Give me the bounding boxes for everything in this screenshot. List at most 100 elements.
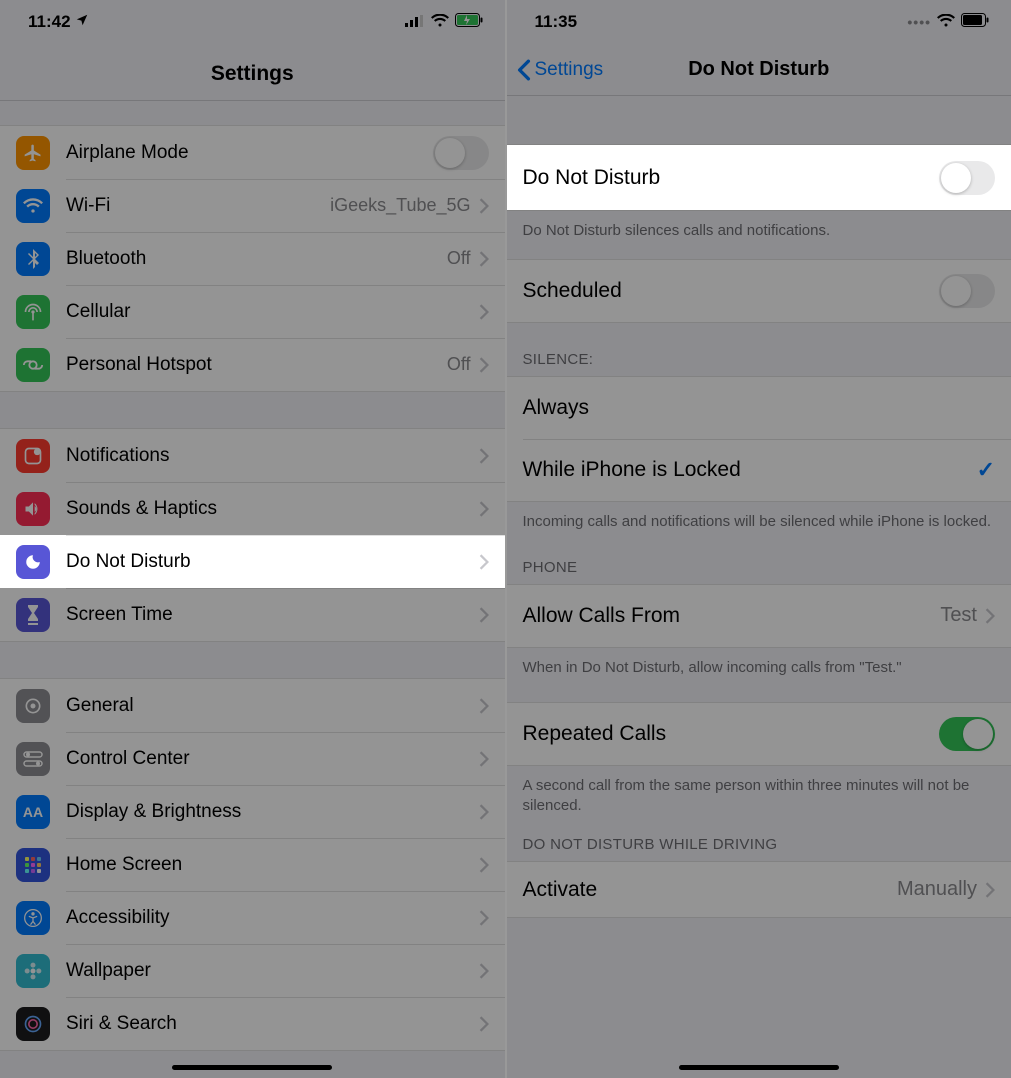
driving-header: DO NOT DISTURB WHILE DRIVING xyxy=(507,822,1011,861)
row-label: General xyxy=(66,695,479,717)
bluetooth-icon xyxy=(16,242,50,276)
location-icon xyxy=(75,12,89,32)
chevron-right-icon xyxy=(479,910,489,926)
signal-icon xyxy=(405,12,425,32)
row-do-not-disturb[interactable]: Do Not Disturb xyxy=(0,535,505,588)
row-label: Do Not Disturb xyxy=(66,551,479,573)
row-label: Control Center xyxy=(66,748,479,770)
row-label: Always xyxy=(523,396,996,420)
hourglass-icon xyxy=(16,598,50,632)
toggle-dnd[interactable] xyxy=(939,161,995,195)
status-bar: 11:42 xyxy=(0,0,505,44)
row-value: Test xyxy=(940,604,977,627)
row-allow-calls[interactable]: Allow Calls From Test xyxy=(507,585,1011,647)
row-bluetooth[interactable]: Bluetooth Off xyxy=(0,232,505,285)
flower-icon xyxy=(16,954,50,988)
row-label: Bluetooth xyxy=(66,248,447,270)
toggle-airplane[interactable] xyxy=(433,136,489,170)
group-repeated: Repeated Calls xyxy=(507,702,1011,766)
row-wallpaper[interactable]: Wallpaper xyxy=(0,944,505,997)
chevron-right-icon xyxy=(479,804,489,820)
row-personal-hotspot[interactable]: Personal Hotspot Off xyxy=(0,338,505,391)
row-silence-locked[interactable]: While iPhone is Locked ✓ xyxy=(507,439,1011,501)
row-general[interactable]: General xyxy=(0,679,505,732)
row-siri-search[interactable]: Siri & Search xyxy=(0,997,505,1050)
group-connectivity: Airplane Mode Wi-Fi iGeeks_Tube_5G Bluet… xyxy=(0,125,505,392)
dnd-settings-list[interactable]: Do Not Disturb Do Not Disturb silences c… xyxy=(507,96,1011,1078)
row-notifications[interactable]: Notifications xyxy=(0,429,505,482)
row-display-brightness[interactable]: AA Display & Brightness xyxy=(0,785,505,838)
switches-icon xyxy=(16,742,50,776)
row-home-screen[interactable]: Home Screen xyxy=(0,838,505,891)
row-scheduled[interactable]: Scheduled xyxy=(507,260,1011,322)
silence-footer: Incoming calls and notifications will be… xyxy=(507,502,1011,538)
dnd-footer: Do Not Disturb silences calls and notifi… xyxy=(507,211,1011,247)
group-allow-calls: Allow Calls From Test xyxy=(507,584,1011,648)
chevron-right-icon xyxy=(479,198,489,214)
row-repeated-calls[interactable]: Repeated Calls xyxy=(507,703,1011,765)
page-title: Settings xyxy=(0,44,505,101)
toggle-repeated[interactable] xyxy=(939,717,995,751)
row-dnd-toggle[interactable]: Do Not Disturb xyxy=(507,145,1011,210)
row-label: Accessibility xyxy=(66,907,479,929)
toggle-scheduled[interactable] xyxy=(939,274,995,308)
battery-icon xyxy=(961,12,989,32)
row-label: Activate xyxy=(523,878,897,902)
aa-icon: AA xyxy=(16,795,50,829)
row-label: While iPhone is Locked xyxy=(523,458,977,482)
chevron-left-icon xyxy=(517,59,531,81)
row-screen-time[interactable]: Screen Time xyxy=(0,588,505,641)
row-label: Repeated Calls xyxy=(523,722,940,746)
speaker-icon xyxy=(16,492,50,526)
siri-icon xyxy=(16,1007,50,1041)
dnd-screen: 11:35 •••• Settings Do Not Disturb Do No… xyxy=(507,0,1011,1078)
row-silence-always[interactable]: Always xyxy=(507,377,1011,439)
row-value: Off xyxy=(447,248,471,269)
row-label: Wallpaper xyxy=(66,960,479,982)
settings-list[interactable]: Airplane Mode Wi-Fi iGeeks_Tube_5G Bluet… xyxy=(0,101,505,1078)
chevron-right-icon xyxy=(479,448,489,464)
moon-icon xyxy=(16,545,50,579)
row-label: Airplane Mode xyxy=(66,142,433,164)
status-time: 11:42 xyxy=(28,12,71,32)
row-label: Home Screen xyxy=(66,854,479,876)
group-notifications: Notifications Sounds & Haptics Do Not Di… xyxy=(0,428,505,642)
row-activate[interactable]: Activate Manually xyxy=(507,862,1011,917)
row-accessibility[interactable]: Accessibility xyxy=(0,891,505,944)
chevron-right-icon xyxy=(479,251,489,267)
chevron-right-icon xyxy=(985,882,995,898)
phone-header: PHONE xyxy=(507,539,1011,584)
chevron-right-icon xyxy=(479,501,489,517)
group-dnd-toggle: Do Not Disturb xyxy=(507,144,1011,211)
checkmark-icon: ✓ xyxy=(977,457,995,483)
chevron-right-icon xyxy=(479,607,489,623)
settings-screen: 11:42 Settings Airplane xyxy=(0,0,507,1078)
row-value: Manually xyxy=(897,878,977,901)
signal-dots-icon: •••• xyxy=(907,14,931,30)
status-time: 11:35 xyxy=(535,12,578,32)
group-general: General Control Center AA Display & Brig… xyxy=(0,678,505,1051)
group-activate: Activate Manually xyxy=(507,861,1011,918)
row-cellular[interactable]: Cellular xyxy=(0,285,505,338)
row-label: Screen Time xyxy=(66,604,479,626)
airplane-icon xyxy=(16,136,50,170)
wifi-icon xyxy=(431,12,449,32)
repeated-footer: A second call from the same person withi… xyxy=(507,766,1011,823)
row-wifi[interactable]: Wi-Fi iGeeks_Tube_5G xyxy=(0,179,505,232)
chevron-right-icon xyxy=(479,698,489,714)
chevron-right-icon xyxy=(479,751,489,767)
group-silence: Always While iPhone is Locked ✓ xyxy=(507,376,1011,502)
home-indicator[interactable] xyxy=(679,1065,839,1070)
row-sounds-haptics[interactable]: Sounds & Haptics xyxy=(0,482,505,535)
grid-icon xyxy=(16,848,50,882)
status-bar: 11:35 •••• xyxy=(507,0,1011,44)
row-airplane-mode[interactable]: Airplane Mode xyxy=(0,126,505,179)
row-label: Sounds & Haptics xyxy=(66,498,479,520)
allow-footer: When in Do Not Disturb, allow incoming c… xyxy=(507,648,1011,684)
back-button[interactable]: Settings xyxy=(517,59,604,81)
row-control-center[interactable]: Control Center xyxy=(0,732,505,785)
row-label: Allow Calls From xyxy=(523,604,941,628)
row-label: Wi-Fi xyxy=(66,195,330,217)
row-value: iGeeks_Tube_5G xyxy=(330,195,470,216)
home-indicator[interactable] xyxy=(172,1065,332,1070)
